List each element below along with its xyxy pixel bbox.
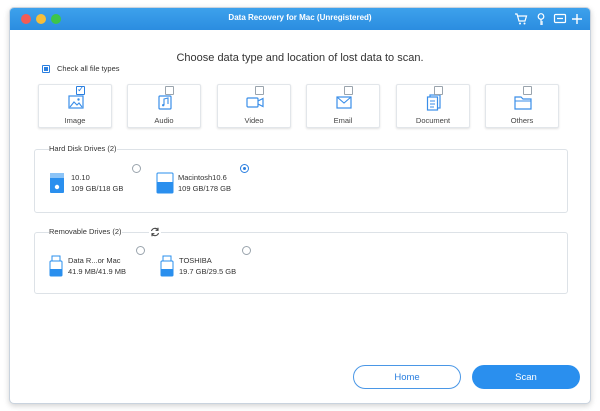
drive-item-data-recovery[interactable]: Data R...or Mac 41.9 MB/41.9 MB: [49, 255, 126, 277]
file-type-email[interactable]: Email: [306, 84, 380, 128]
file-type-label: Document: [415, 116, 451, 125]
drive-item-10-10[interactable]: 10.10 109 GB/118 GB: [49, 172, 123, 194]
file-type-others[interactable]: Others: [485, 84, 559, 128]
file-type-video[interactable]: Video: [217, 84, 291, 128]
page-heading: Choose data type and location of lost da…: [176, 52, 424, 64]
removable-title: Removable Drives (2): [49, 227, 122, 236]
refresh-icon[interactable]: [149, 226, 161, 238]
drive-size: 109 GB/118 GB: [71, 184, 124, 193]
check-all-checkbox[interactable]: [42, 64, 50, 73]
hard-disk-section: Hard Disk Drives (2) 10.10 109 GB/118 GB…: [34, 144, 568, 213]
file-type-label: Others: [510, 116, 534, 125]
audio-icon: [158, 95, 172, 110]
hard-drive-icon: [50, 173, 64, 193]
document-icon: [426, 94, 441, 111]
check-all-file-types[interactable]: Check all file types: [42, 64, 120, 73]
video-icon: [246, 97, 264, 108]
usb-drive-icon: [160, 255, 174, 277]
drive-item-macintosh[interactable]: Macintosh10.6 109 GB/178 GB: [156, 172, 231, 194]
check-all-label: Check all file types: [57, 64, 120, 73]
file-type-label: Image: [64, 116, 86, 125]
drive-name: 10.10: [71, 173, 90, 182]
scan-button[interactable]: Scan: [472, 365, 580, 389]
drive-radio-10-10[interactable]: [132, 164, 141, 173]
file-type-label: Video: [244, 116, 264, 125]
drive-size: 41.9 MB/41.9 MB: [68, 267, 126, 276]
drive-radio-macintosh[interactable]: [240, 164, 249, 173]
drive-name: Data R...or Mac: [68, 256, 121, 265]
email-icon: [336, 96, 352, 109]
file-type-list: Image Audio Video Email: [38, 84, 568, 128]
hard-disk-title: Hard Disk Drives (2): [49, 144, 117, 153]
file-type-label: Audio: [154, 116, 174, 125]
audio-checkbox[interactable]: [165, 86, 174, 95]
key-icon[interactable]: [534, 12, 548, 26]
document-checkbox[interactable]: [434, 86, 443, 95]
chat-icon[interactable]: [553, 12, 567, 26]
others-checkbox[interactable]: [523, 86, 532, 95]
folder-icon: [514, 96, 532, 110]
cart-icon[interactable]: [514, 12, 528, 26]
drive-item-toshiba[interactable]: TOSHIBA 19.7 GB/29.5 GB: [160, 255, 236, 277]
drive-radio-toshiba[interactable]: [242, 246, 251, 255]
home-button[interactable]: Home: [353, 365, 461, 389]
email-checkbox[interactable]: [344, 86, 353, 95]
file-type-document[interactable]: Document: [396, 84, 470, 128]
hard-drive-icon: [156, 172, 174, 194]
video-checkbox[interactable]: [255, 86, 264, 95]
drive-size: 19.7 GB/29.5 GB: [179, 267, 237, 276]
drive-radio-data-recovery[interactable]: [136, 246, 145, 255]
file-type-label: Email: [333, 116, 353, 125]
window-title: Data Recovery for Mac (Unregistered): [228, 13, 372, 22]
drive-name: TOSHIBA: [179, 256, 212, 265]
removable-section: Removable Drives (2) Data R...or Mac 41.…: [34, 226, 568, 294]
image-icon: [68, 95, 84, 109]
usb-drive-icon: [49, 255, 63, 277]
title-bar: Data Recovery for Mac (Unregistered): [10, 8, 590, 30]
file-type-image[interactable]: Image: [38, 84, 112, 128]
drive-name: Macintosh10.6: [178, 173, 227, 182]
drive-size: 109 GB/178 GB: [178, 184, 231, 193]
plus-icon[interactable]: [570, 12, 584, 26]
image-checkbox[interactable]: [76, 84, 85, 95]
app-window: Data Recovery for Mac (Unregistered) Cho…: [9, 7, 591, 404]
file-type-audio[interactable]: Audio: [127, 84, 201, 128]
